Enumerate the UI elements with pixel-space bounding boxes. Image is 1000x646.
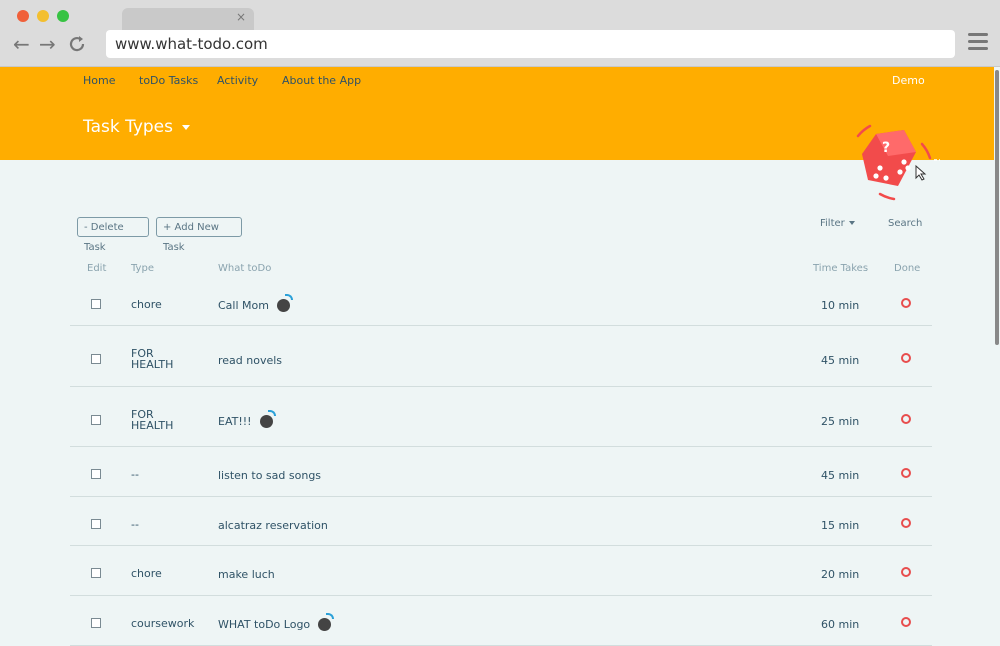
app-header: Home toDo Tasks Activity About the App D… xyxy=(0,67,997,160)
task-name[interactable]: alcatraz reservation xyxy=(218,519,328,532)
browser-chrome: × ← → www.what-todo.com xyxy=(0,0,1000,67)
address-bar[interactable]: www.what-todo.com xyxy=(106,30,955,58)
maximize-window-button[interactable] xyxy=(57,10,69,22)
task-time: 45 min xyxy=(821,354,860,367)
table-row[interactable]: -- alcatraz reservation 15 min xyxy=(70,496,932,546)
caret-down-icon xyxy=(182,124,190,130)
edit-checkbox[interactable] xyxy=(91,519,101,529)
table-row[interactable]: chore Call Mom 10 min xyxy=(70,284,932,326)
filter-label: Filter xyxy=(820,218,845,229)
task-time: 60 min xyxy=(821,618,860,631)
done-circle-icon[interactable] xyxy=(901,518,911,528)
delete-task-button[interactable]: - Delete Task xyxy=(77,217,149,253)
edit-checkbox[interactable] xyxy=(91,618,101,628)
scrollbar-thumb[interactable] xyxy=(995,70,999,345)
task-name-text: make luch xyxy=(218,568,275,581)
task-name[interactable]: make luch xyxy=(218,568,275,581)
edit-checkbox[interactable] xyxy=(91,469,101,479)
task-name-text: alcatraz reservation xyxy=(218,519,328,532)
nav-todo-tasks[interactable]: toDo Tasks xyxy=(139,74,198,87)
task-time: 25 min xyxy=(821,415,860,428)
task-type: chore xyxy=(131,298,162,311)
column-header-type: Type xyxy=(131,263,154,274)
search-link[interactable]: Search xyxy=(888,218,922,229)
close-tab-icon[interactable]: × xyxy=(236,10,246,24)
task-type: FOR HEALTH xyxy=(131,408,174,432)
edit-checkbox[interactable] xyxy=(91,568,101,578)
task-type: coursework xyxy=(131,617,195,630)
done-circle-icon[interactable] xyxy=(901,298,911,308)
task-time: 10 min xyxy=(821,299,860,312)
task-name[interactable]: listen to sad songs xyxy=(218,469,321,482)
done-circle-icon[interactable] xyxy=(901,414,911,424)
task-type: -- xyxy=(131,518,139,531)
bomb-icon xyxy=(259,409,276,428)
task-name-text: WHAT toDo Logo xyxy=(218,618,311,631)
task-type: chore xyxy=(131,567,162,580)
add-new-task-button[interactable]: + Add New Task xyxy=(156,217,242,253)
task-name[interactable]: Call Mom xyxy=(218,293,293,313)
table-row[interactable]: -- listen to sad songs 45 min xyxy=(70,446,932,497)
nav-demo[interactable]: Demo xyxy=(892,74,925,87)
task-type: -- xyxy=(131,468,139,481)
bomb-icon xyxy=(276,293,293,312)
task-name[interactable]: EAT!!! xyxy=(218,409,276,429)
done-circle-icon[interactable] xyxy=(901,567,911,577)
task-time: 45 min xyxy=(821,469,860,482)
task-name-text: Call Mom xyxy=(218,299,269,312)
back-arrow-icon[interactable]: ← xyxy=(13,32,30,56)
nav-about[interactable]: About the App xyxy=(282,74,361,87)
task-name-text: EAT!!! xyxy=(218,415,252,428)
task-name[interactable]: read novels xyxy=(218,354,282,367)
hamburger-menu-icon[interactable] xyxy=(968,33,988,54)
task-name-text: listen to sad songs xyxy=(218,469,322,482)
table-row[interactable]: chore make luch 20 min xyxy=(70,545,932,596)
minimize-window-button[interactable] xyxy=(37,10,49,22)
filter-dropdown[interactable]: Filter xyxy=(820,218,855,229)
page-title-dropdown[interactable]: Task Types xyxy=(83,117,190,137)
task-time: 20 min xyxy=(821,568,860,581)
bomb-icon xyxy=(318,612,335,631)
done-circle-icon[interactable] xyxy=(901,617,911,627)
browser-tab[interactable]: × xyxy=(122,8,254,30)
column-header-edit: Edit xyxy=(87,263,107,274)
forward-arrow-icon[interactable]: → xyxy=(39,32,56,56)
scrollbar[interactable] xyxy=(994,67,1000,623)
column-header-done: Done xyxy=(894,263,921,274)
task-name[interactable]: WHAT toDo Logo xyxy=(218,612,335,632)
table-row[interactable]: FOR HEALTH EAT!!! 25 min xyxy=(70,386,932,447)
column-header-what: What toDo xyxy=(218,263,272,274)
task-name-text: read novels xyxy=(218,354,283,367)
nav-home[interactable]: Home xyxy=(83,74,115,87)
done-circle-icon[interactable] xyxy=(901,353,911,363)
column-header-time: Time Takes xyxy=(813,263,869,274)
edit-checkbox[interactable] xyxy=(91,415,101,425)
done-circle-icon[interactable] xyxy=(901,468,911,478)
page-title: Task Types xyxy=(83,117,173,137)
svg-text:?: ? xyxy=(882,140,890,156)
table-row[interactable]: FOR HEALTH read novels 45 min xyxy=(70,325,932,387)
dice-icon[interactable]: ? xyxy=(850,122,940,202)
reload-icon[interactable] xyxy=(68,32,86,58)
caret-down-icon xyxy=(848,221,855,225)
close-window-button[interactable] xyxy=(17,10,29,22)
edit-checkbox[interactable] xyxy=(91,299,101,309)
edit-checkbox[interactable] xyxy=(91,354,101,364)
task-time: 15 min xyxy=(821,519,860,532)
nav-activity[interactable]: Activity xyxy=(217,74,258,87)
table-row[interactable]: coursework WHAT toDo Logo 60 min xyxy=(70,595,932,646)
task-type: FOR HEALTH xyxy=(131,347,174,371)
